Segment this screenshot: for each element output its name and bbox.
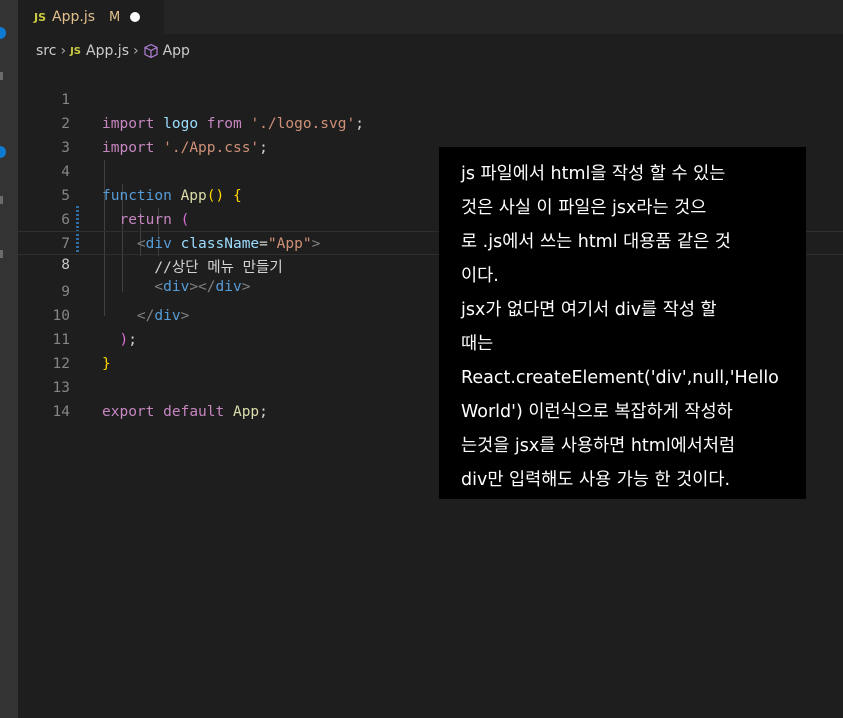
modified-indicator: M — [109, 9, 121, 25]
note-line: World') 이런식으로 복잡하게 작성하 — [461, 402, 733, 422]
js-file-icon: JS — [70, 45, 81, 57]
activity-marker — [0, 72, 3, 80]
note-line: 것은 사실 이 파일은 jsx라는 것으 — [461, 198, 707, 218]
activity-bar — [0, 0, 18, 718]
unsaved-dot-icon[interactable] — [130, 12, 141, 22]
js-file-icon: JS — [34, 10, 47, 24]
note-line: React.createElement('div',null,'Hello — [461, 368, 779, 388]
breadcrumb-symbol[interactable]: App — [163, 43, 190, 59]
tab-label: App.js — [52, 9, 95, 25]
notification-dot — [0, 146, 6, 158]
note-line: 로 .js에서 쓰는 html 대용품 같은 것 — [461, 232, 731, 252]
note-line: jsx가 없다면 여기서 div를 작성 할 — [461, 300, 717, 320]
line-number: 14 — [52, 404, 70, 420]
notification-dot — [0, 27, 6, 39]
note-line: 는것을 jsx를 사용하면 html에서처럼 — [461, 436, 736, 456]
cube-icon — [143, 43, 158, 59]
code-line: 2 import './App.css'; — [18, 88, 843, 156]
code-line: 1 import logo from './logo.svg'; — [18, 64, 843, 132]
breadcrumb: src › JS App.js › App — [36, 40, 190, 62]
note-line: js 파일에서 html을 작성 할 수 있는 — [461, 164, 726, 184]
chevron-right-icon: › — [60, 43, 67, 59]
note-line: 때는 — [461, 334, 494, 354]
code-line: 3 — [18, 112, 843, 156]
activity-marker — [0, 196, 3, 204]
note-line: div만 입력해도 사용 가능 한 것이다. — [461, 470, 731, 490]
line-content: export default App; — [102, 404, 268, 420]
tab-app-js[interactable]: JS App.js M — [18, 0, 164, 34]
chevron-right-icon: › — [132, 43, 139, 59]
annotation-note: js 파일에서 html을 작성 할 수 있는 것은 사실 이 파일은 jsx라… — [439, 147, 806, 499]
note-line: 이다. — [461, 266, 499, 286]
breadcrumb-file[interactable]: App.js — [86, 43, 129, 59]
activity-marker — [0, 250, 3, 258]
breadcrumb-folder[interactable]: src — [36, 43, 56, 59]
